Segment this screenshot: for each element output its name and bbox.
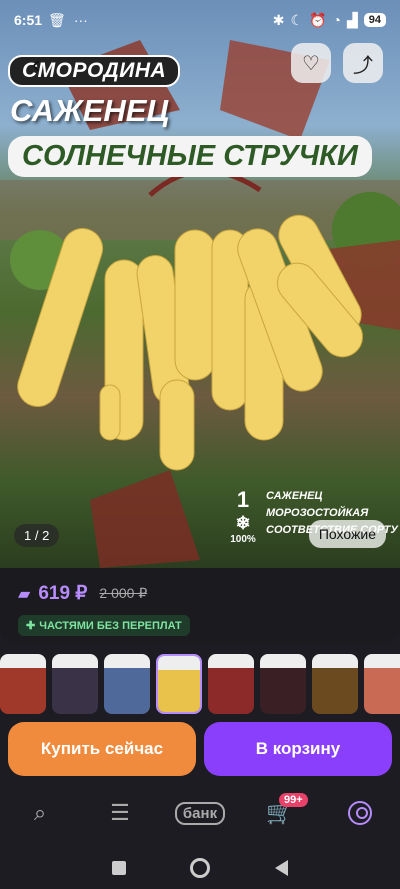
variant-thumbnail[interactable] (312, 654, 358, 714)
product-image[interactable]: СМОРОДИНА САЖЕНЕЦ СОЛНЕЧНЫЕ СТРУЧКИ 1 ❄ … (0, 0, 400, 568)
share-icon[interactable]: ⤴ (343, 43, 383, 83)
similar-button[interactable]: Похожие (308, 520, 386, 548)
variant-thumbnail[interactable] (0, 654, 46, 714)
trash-icon: 🗑 (48, 11, 66, 28)
snowflake-icon: ❄ (235, 513, 251, 533)
variant-thumbnail[interactable] (104, 654, 150, 714)
moon-icon: ☾ (290, 11, 304, 28)
variant-thumbnail[interactable] (260, 654, 306, 714)
plus-icon: ✚ (26, 620, 36, 632)
home-icon[interactable] (190, 857, 211, 878)
feature-percent: 100% (230, 534, 256, 545)
feature-number: 1 (236, 487, 250, 512)
installment-badge[interactable]: ✚ ЧАСТЯМИ БЕЗ ПЕРЕПЛАТ (18, 615, 190, 636)
wifi-icon: ◔ (332, 12, 341, 28)
buy-now-button[interactable]: Купить сейчас (8, 722, 196, 776)
status-bar: 6:51 🗑 ··· ✱ ☾ ⏰ ◔ ▟ 94 (0, 0, 400, 40)
profile-icon (348, 801, 372, 825)
back-arrow-icon[interactable]: ‹ (18, 46, 54, 82)
status-time: 6:51 (14, 12, 43, 28)
hero-tag-type: САЖЕНЕЦ (10, 93, 170, 128)
battery-icon: 94 (363, 13, 386, 27)
variant-thumbnail[interactable] (52, 654, 98, 714)
action-buttons: Купить сейчас В корзину (8, 722, 392, 776)
more-dots-icon: ··· (73, 12, 88, 28)
variant-thumbnail[interactable] (156, 654, 202, 714)
wallet-icon: ▰ (18, 585, 31, 603)
home-search-icon: ⌕ (33, 800, 47, 825)
back-icon[interactable] (274, 859, 288, 876)
alarm-icon: ⏰ (309, 11, 327, 28)
favorite-heart-icon[interactable]: ♡ (291, 43, 331, 83)
system-navigation (0, 846, 400, 889)
menu-icon: ☰ (110, 800, 130, 825)
variant-thumbnail[interactable] (208, 654, 254, 714)
image-counter: 1 / 2 (14, 524, 60, 547)
tab-bank[interactable]: банк (174, 793, 226, 833)
add-to-cart-button[interactable]: В корзину (204, 722, 392, 776)
variant-thumbnail[interactable] (364, 654, 400, 714)
signal-icon: ▟ (346, 11, 358, 28)
old-price: 2 000 ₽ (99, 585, 148, 601)
hero-tag-variety: СОЛНЕЧНЫЕ СТРУЧКИ (8, 136, 372, 177)
tab-catalog[interactable]: ☰ (95, 793, 145, 833)
price-card: ▰ 619 ₽ 2 000 ₽ ✚ ЧАСТЯМИ БЕЗ ПЕРЕПЛАТ (0, 568, 400, 644)
tab-home[interactable]: ⌕ (15, 793, 65, 833)
installment-label: ЧАСТЯМИ БЕЗ ПЕРЕПЛАТ (39, 619, 182, 632)
feature-icons: 1 ❄ 100% (228, 487, 258, 545)
feature-line: САЖЕНЕЦ (266, 490, 323, 502)
bank-label: банк (174, 801, 226, 825)
tab-cart[interactable]: 🛒 99+ (255, 793, 308, 833)
current-price: 619 ₽ (38, 583, 88, 604)
cart-badge: 99+ (279, 793, 308, 807)
bottom-tab-bar: ⌕ ☰ банк 🛒 99+ (0, 790, 400, 836)
recents-icon[interactable] (112, 860, 127, 875)
bluetooth-icon: ✱ (272, 11, 285, 28)
variant-thumbnails (0, 654, 400, 718)
tab-profile[interactable] (335, 793, 385, 833)
